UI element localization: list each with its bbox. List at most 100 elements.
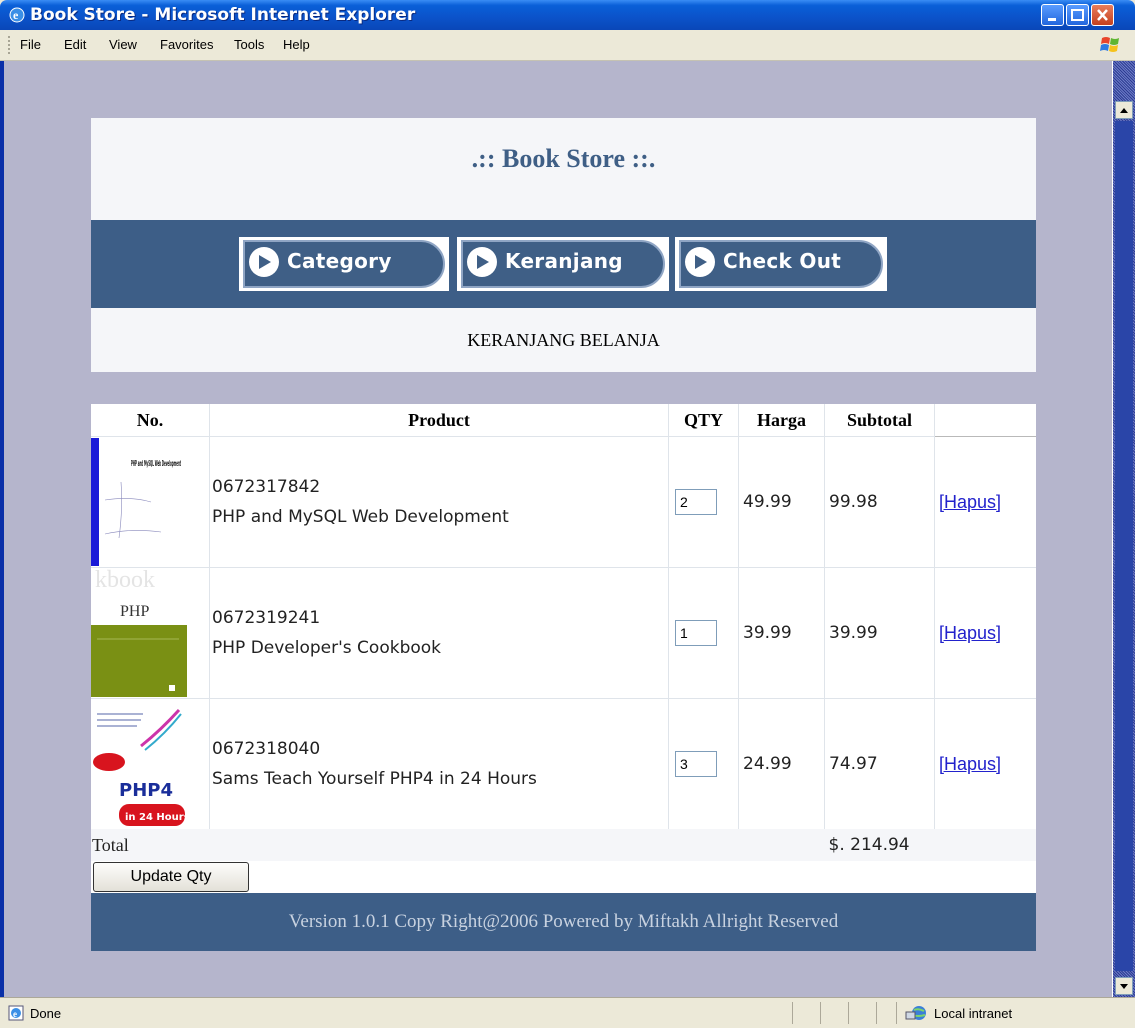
nav-checkout-button[interactable]: Check Out [675,237,887,291]
price-cell: 39.99 [738,567,825,699]
book-cover-image[interactable]: PHP and MySQL Web Development [91,438,207,566]
site-container: .:: Book Store ::. Category Keranjang Ch… [91,118,1036,951]
nav-category-button[interactable]: Category [239,237,449,291]
menu-tools[interactable]: Tools [234,37,264,52]
book-cover-badge: in 24 Hours [125,812,190,823]
page-heading: KERANJANG BELANJA [91,308,1036,372]
book-cover-title: PHP and MySQL Web Development [131,459,181,468]
delete-link[interactable]: [Hapus] [939,623,1001,643]
header-product: Product [209,404,669,437]
scroll-down-button[interactable] [1115,977,1133,995]
header-action [934,404,1036,437]
nav-checkout-label: Check Out [723,249,842,273]
minimize-icon [1048,18,1056,21]
update-row: Update Qty [91,861,1036,893]
book-cover-cell: PHP and MySQL Web Development [91,436,210,568]
total-empty-cell [934,829,1036,861]
window-title: Book Store - Microsoft Internet Explorer [30,5,416,25]
book-cover-image[interactable]: kbook PHP [91,569,207,697]
book-cover-title: PHP [120,603,149,620]
status-separator [820,1002,821,1024]
play-arrow-icon [467,247,497,277]
qty-cell [668,436,739,568]
book-cover-title: PHP4 [119,780,173,801]
table-row: PHP and MySQL Web Development 0672317842… [91,436,1036,568]
close-icon [1097,9,1108,21]
qty-input[interactable] [675,751,717,777]
status-bar: e Done Local intranet [0,997,1135,1028]
play-arrow-icon [249,247,279,277]
scrollbar-thumb[interactable] [1115,121,1133,971]
product-cell: 0672319241 PHP Developer's Cookbook [209,567,669,699]
table-row: PHP4 in 24 Hours 0672318040 Sams Teach Y… [91,698,1036,829]
update-qty-button[interactable]: Update Qty [93,862,249,892]
site-footer: Version 1.0.1 Copy Right@2006 Powered by… [91,893,1036,951]
cart-table: No. Product QTY Harga Subtotal PHP and M… [91,404,1036,861]
svg-text:e: e [13,8,19,22]
menu-favorites[interactable]: Favorites [160,37,213,52]
product-isbn: 0672319241 [212,608,321,628]
qty-input[interactable] [675,620,717,646]
page-background-top [4,61,1112,93]
delete-link[interactable]: [Hapus] [939,492,1001,512]
delete-link[interactable]: [Hapus] [939,754,1001,774]
maximize-icon [1071,9,1084,21]
menu-file[interactable]: File [20,37,41,52]
header-harga: Harga [738,404,825,437]
book-cover-image[interactable]: PHP4 in 24 Hours [91,700,207,828]
status-separator [876,1002,877,1024]
security-zone-text: Local intranet [934,1006,1013,1021]
windows-logo-icon [1100,37,1119,52]
subtotal-cell: 99.98 [824,436,935,568]
minimize-button[interactable] [1041,4,1064,26]
status-separator [792,1002,793,1024]
nav-keranjang-button[interactable]: Keranjang [457,237,669,291]
cart-table-container: No. Product QTY Harga Subtotal PHP and M… [91,404,1036,893]
product-cell: 0672317842 PHP and MySQL Web Development [209,436,669,568]
table-header-row: No. Product QTY Harga Subtotal [91,404,1036,437]
product-cell: 0672318040 Sams Teach Yourself PHP4 in 2… [209,698,669,829]
subtotal-cell: 39.99 [824,567,935,699]
delete-cell: [Hapus] [934,698,1036,829]
table-row: kbook PHP 0672319241 PHP Developer's Coo… [91,567,1036,699]
window-titlebar[interactable]: e Book Store - Microsoft Internet Explor… [0,0,1135,30]
site-header: .:: Book Store ::. [91,118,1036,220]
ie-icon: e [9,7,25,23]
book-cover-cell: PHP4 in 24 Hours [91,698,210,829]
header-qty: QTY [668,404,739,437]
close-button[interactable] [1091,4,1114,26]
menu-edit[interactable]: Edit [64,37,86,52]
maximize-button[interactable] [1066,4,1089,26]
status-text: Done [30,1006,62,1021]
qty-input[interactable] [675,489,717,515]
arrow-up-icon [1120,108,1128,113]
qty-cell [668,567,739,699]
delete-cell: [Hapus] [934,436,1036,568]
status-separator [896,1002,897,1024]
nav-category-label: Category [287,249,392,273]
total-row: Total $. 214.94 [91,829,1036,861]
toolbar-grip[interactable] [8,36,10,54]
delete-cell: [Hapus] [934,567,1036,699]
menu-view[interactable]: View [109,37,137,52]
menu-help[interactable]: Help [283,37,310,52]
product-isbn: 0672318040 [212,739,321,759]
play-arrow-icon [685,247,715,277]
price-cell: 49.99 [738,436,825,568]
arrow-down-icon [1120,984,1128,989]
qty-cell [668,698,739,829]
page-done-icon: e [8,1005,24,1021]
header-subtotal: Subtotal [824,404,935,437]
book-cover-cell: kbook PHP [91,567,210,699]
scroll-up-button[interactable] [1115,101,1133,119]
svg-text:kbook: kbook [95,569,155,593]
header-no: No. [91,404,210,437]
vertical-scrollbar[interactable] [1113,61,1135,997]
svg-text:e: e [13,1009,17,1019]
product-isbn: 0672317842 [212,477,321,497]
menu-bar: File Edit View Favorites Tools Help [0,30,1135,61]
product-name: PHP Developer's Cookbook [212,638,442,658]
site-title: .:: Book Store ::. [471,144,656,173]
product-name: Sams Teach Yourself PHP4 in 24 Hours [212,769,537,789]
